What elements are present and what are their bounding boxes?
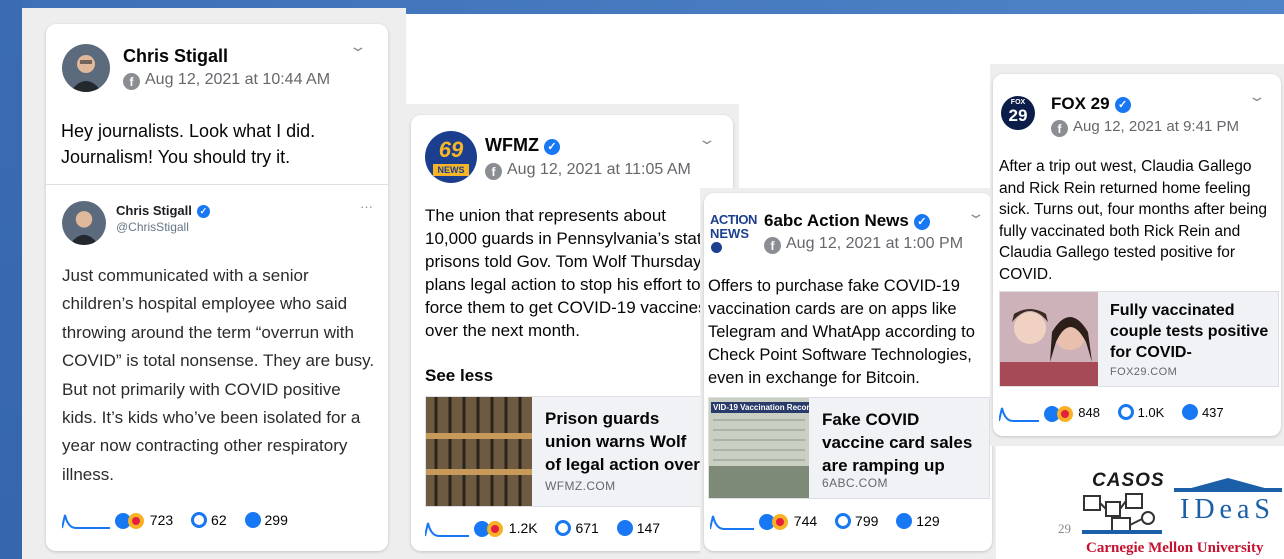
facebook-icon: f xyxy=(1051,120,1068,137)
like-icon[interactable] xyxy=(758,513,790,531)
tweet-avatar xyxy=(62,201,106,245)
more-icon[interactable]: ··· xyxy=(360,199,373,214)
chevron-down-icon[interactable]: ⌄ xyxy=(966,205,985,222)
like-icon[interactable] xyxy=(114,512,146,530)
comment-count[interactable]: 671 xyxy=(575,520,598,536)
verified-icon: ✓ xyxy=(196,205,210,218)
share-count[interactable]: 299 xyxy=(265,512,288,528)
comment-icon[interactable] xyxy=(191,512,208,528)
casos-ideas-logo: CASOS IDeaS Carnegie Mellon University xyxy=(1078,470,1284,559)
post-author[interactable]: FOX 29 ✓ xyxy=(1051,94,1131,114)
reaction-count[interactable]: 848 xyxy=(1078,405,1100,420)
engagement-bar: 848 1.0K 437 xyxy=(998,404,1224,423)
post-author[interactable]: Chris Stigall xyxy=(123,46,228,67)
post-wfmz: 69 NEWS WFMZ ✓ f Aug 12, 2021 at 11:05 AM … xyxy=(411,115,733,551)
verified-icon: ✓ xyxy=(543,139,560,155)
chevron-down-icon[interactable]: ⌄ xyxy=(1247,88,1266,105)
share-count[interactable]: 147 xyxy=(637,520,660,536)
post-timestamp[interactable]: f Aug 12, 2021 at 10:44 AM xyxy=(123,71,330,90)
post-timestamp[interactable]: f Aug 12, 2021 at 11:05 AM xyxy=(485,161,691,180)
prison-image xyxy=(426,397,532,506)
post-author[interactable]: WFMZ ✓ xyxy=(485,135,560,156)
link-preview[interactable]: Fully vaccinated couple tests positive f… xyxy=(999,291,1279,387)
sparkline-icon xyxy=(424,523,469,538)
reaction-count[interactable]: 744 xyxy=(794,513,817,529)
post-timestamp[interactable]: f Aug 12, 2021 at 1:00 PM xyxy=(764,235,963,254)
embedded-tweet[interactable]: Chris Stigall ✓ @ChrisStigall ··· Just co… xyxy=(46,184,388,551)
share-count[interactable]: 437 xyxy=(1202,405,1224,420)
wfmz-logo[interactable]: 69 NEWS xyxy=(425,131,477,183)
facebook-icon: f xyxy=(485,163,502,180)
couple-image xyxy=(1000,292,1098,386)
avatar[interactable] xyxy=(62,44,110,92)
ideas-logo-text: IDeaS xyxy=(1174,478,1282,528)
share-count[interactable]: 129 xyxy=(916,513,939,529)
sparkline-icon xyxy=(61,515,110,530)
post-6abc: ACTION NEWS 6abc Action News ✓ f Aug 12, 2… xyxy=(704,193,992,551)
link-title: Fully vaccinated couple tests positive f… xyxy=(1110,302,1269,361)
like-icon[interactable] xyxy=(473,520,505,538)
link-thumbnail xyxy=(426,397,532,506)
share-icon[interactable] xyxy=(244,512,261,528)
sparkline-icon xyxy=(709,516,754,531)
share-icon[interactable] xyxy=(1181,404,1198,420)
casos-network-graphic xyxy=(1082,493,1162,534)
link-title: Fake COVID vaccine card sales are rampin… xyxy=(822,410,973,475)
post-text: Offers to purchase fake COVID-19 vaccina… xyxy=(708,277,975,387)
post-text: Hey journalists. Look what I did. Journa… xyxy=(61,121,316,167)
comment-icon[interactable] xyxy=(835,513,852,529)
link-domain: 6ABC.COM xyxy=(822,476,888,490)
casos-logo-text: CASOS xyxy=(1092,470,1165,491)
link-thumbnail xyxy=(1000,292,1098,386)
link-domain: WFMZ.COM xyxy=(545,479,616,493)
reaction-count[interactable]: 723 xyxy=(150,512,173,528)
post-chris-stigall: Chris Stigall f Aug 12, 2021 at 10:44 AM … xyxy=(46,24,388,551)
ideas-pediment xyxy=(1184,478,1272,490)
share-icon[interactable] xyxy=(896,513,913,529)
see-less-link[interactable]: See less xyxy=(425,366,493,386)
comment-count[interactable]: 62 xyxy=(211,512,227,528)
post-fox29: FOX 29 FOX 29 ✓ f Aug 12, 2021 at 9:41 PM … xyxy=(993,74,1281,436)
post-text: After a trip out west, Claudia Gallego a… xyxy=(999,158,1267,283)
page-number: 29 xyxy=(1058,521,1071,536)
engagement-bar: 723 62 299 xyxy=(61,512,288,530)
facebook-icon: f xyxy=(764,237,781,254)
university-name: Carnegie Mellon University xyxy=(1086,540,1264,556)
post-text: The union that represents about 10,000 g… xyxy=(425,206,715,340)
chevron-down-icon[interactable]: ⌄ xyxy=(697,131,716,148)
link-preview[interactable]: VID-19 Vaccination Record C Fake COVID v… xyxy=(708,397,990,499)
post-timestamp[interactable]: f Aug 12, 2021 at 9:41 PM xyxy=(1051,118,1239,137)
comment-count[interactable]: 1.0K xyxy=(1138,405,1165,420)
6abc-logo[interactable]: ACTION NEWS xyxy=(710,213,757,255)
slide-left-bar xyxy=(0,0,22,559)
vaccine-card-image xyxy=(709,419,809,498)
tweet-text: Just communicated with a senior children… xyxy=(62,266,375,484)
engagement-bar: 1.2K 671 147 xyxy=(424,520,660,538)
fox29-logo[interactable]: FOX 29 xyxy=(1001,96,1035,130)
share-icon[interactable] xyxy=(616,520,633,536)
engagement-bar: 744 799 129 xyxy=(709,513,940,531)
comment-icon[interactable] xyxy=(1117,404,1134,420)
facebook-icon: f xyxy=(123,73,140,90)
link-thumbnail: VID-19 Vaccination Record C xyxy=(709,398,809,498)
link-domain: FOX29.COM xyxy=(1110,366,1178,378)
tweet-handle: @ChrisStigall xyxy=(116,220,189,234)
like-icon[interactable] xyxy=(1043,405,1075,423)
post-author[interactable]: 6abc Action News ✓ xyxy=(764,211,930,231)
comment-count[interactable]: 799 xyxy=(855,513,878,529)
link-title: Prison guards union warns Wolf of legal … xyxy=(545,409,700,474)
comment-icon[interactable] xyxy=(555,520,572,536)
sparkline-icon xyxy=(998,407,1039,422)
verified-icon: ✓ xyxy=(1114,97,1131,113)
reaction-count[interactable]: 1.2K xyxy=(509,520,538,536)
verified-icon: ✓ xyxy=(913,214,930,230)
link-preview[interactable]: Prison guards union warns Wolf of legal … xyxy=(425,396,703,507)
chevron-down-icon[interactable]: ⌄ xyxy=(348,38,367,55)
tweet-name: Chris Stigall ✓ xyxy=(116,203,210,218)
